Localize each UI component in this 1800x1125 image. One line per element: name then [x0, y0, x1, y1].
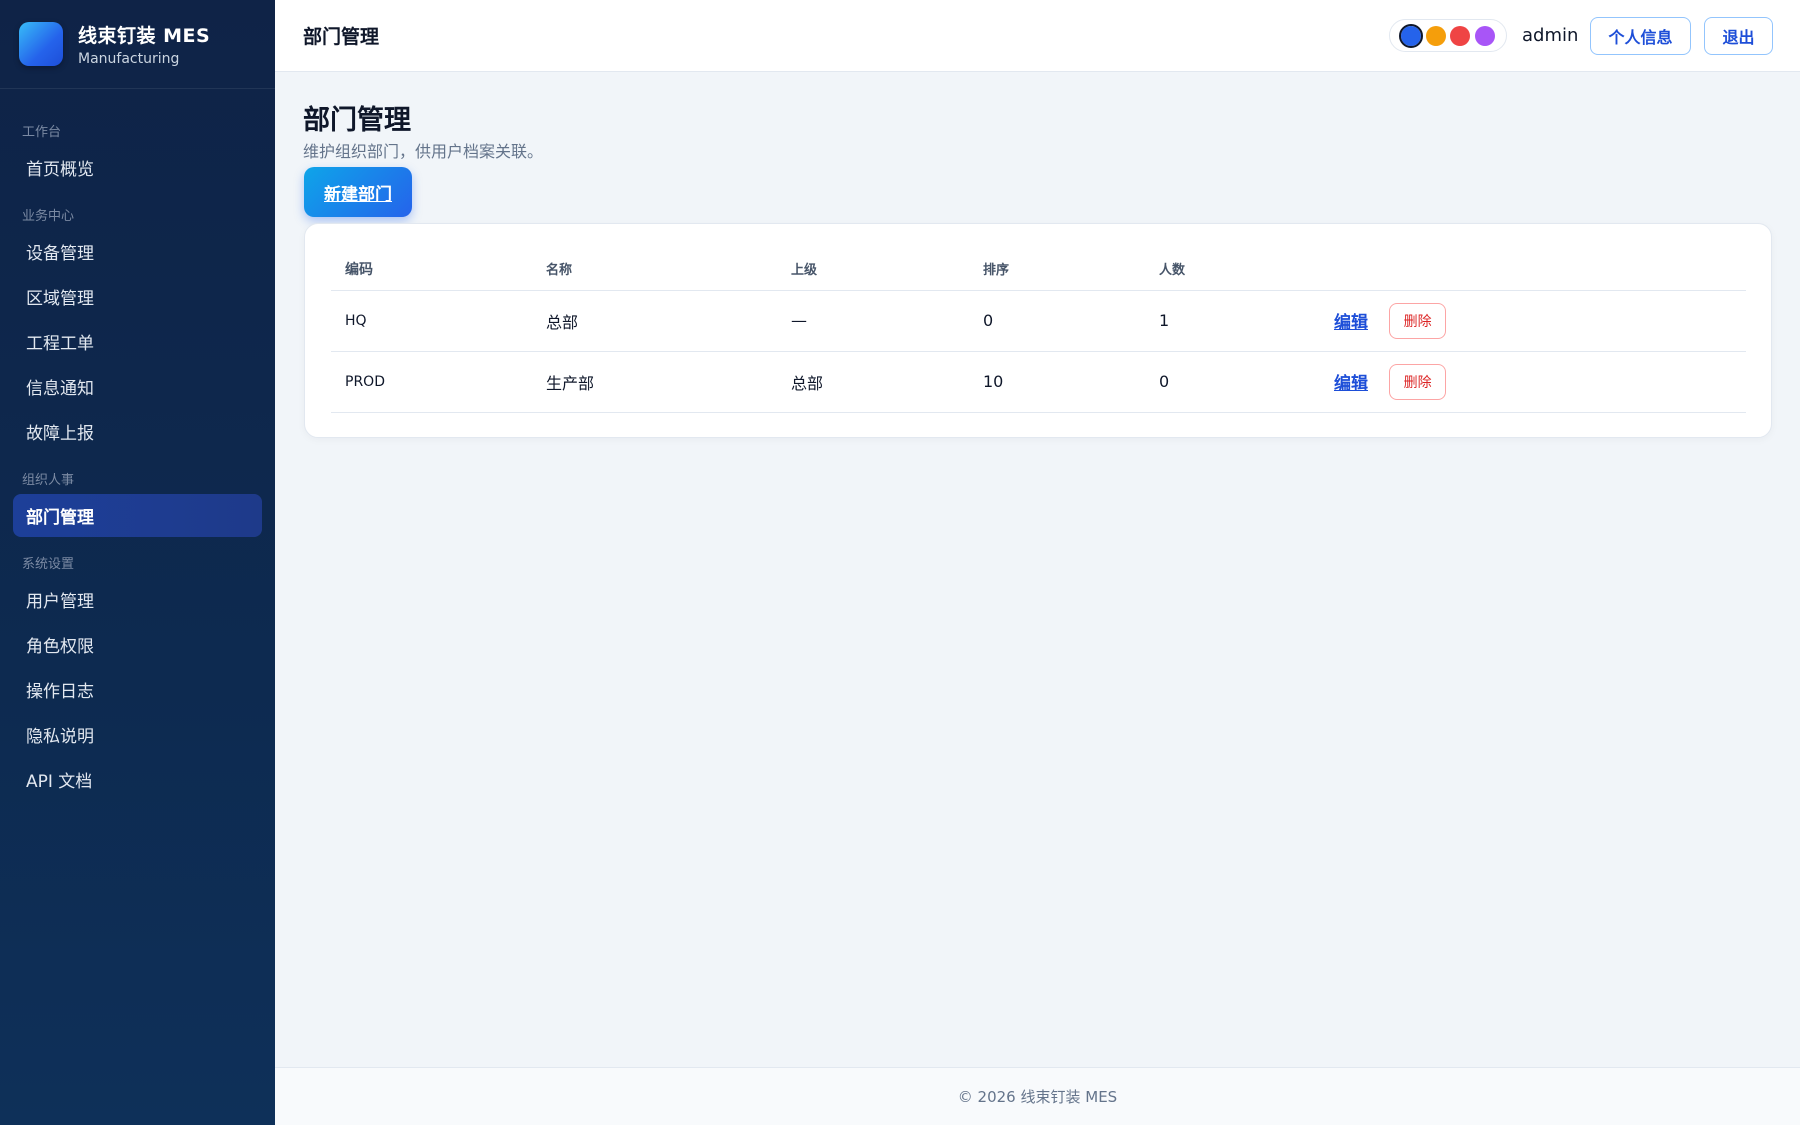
sidebar-item-privacy[interactable]: 隐私说明 — [13, 713, 262, 756]
sidebar-nav: 工作台 首页概览 业务中心 设备管理 区域管理 工程工单 信息通知 故障上报 组… — [0, 89, 275, 801]
column-header-code: 编码 — [331, 248, 532, 291]
column-header-name: 名称 — [532, 248, 777, 291]
cell-actions: 编辑 删除 — [1320, 290, 1746, 352]
theme-switcher — [1389, 19, 1507, 52]
department-table: 编码 名称 上级 排序 人数 HQ 总部 — 0 1 编辑 删除 PROD 生产… — [331, 248, 1746, 413]
new-department-button[interactable]: 新建部门 — [304, 167, 412, 217]
sidebar-item-users[interactable]: 用户管理 — [13, 578, 262, 621]
table-header-row: 编码 名称 上级 排序 人数 — [331, 248, 1746, 291]
username: admin — [1522, 25, 1579, 46]
cell-code: PROD — [331, 351, 532, 413]
sidebar-item-roles[interactable]: 角色权限 — [13, 623, 262, 666]
brand-subtitle: Manufacturing — [78, 51, 180, 67]
sidebar-item-work-order[interactable]: 工程工单 — [13, 320, 262, 363]
nav-section-org: 组织人事 — [22, 473, 75, 488]
sidebar-item-home[interactable]: 首页概览 — [13, 146, 262, 189]
brand-title: 线束钉装 MES — [78, 25, 211, 47]
profile-button[interactable]: 个人信息 — [1590, 17, 1691, 55]
theme-dot-orange[interactable] — [1425, 25, 1446, 46]
nav-section-system: 系统设置 — [22, 557, 75, 572]
page-description: 维护组织部门，供用户档案关联。 — [303, 142, 544, 161]
nav-section-business: 业务中心 — [22, 209, 75, 224]
nav-section-workbench: 工作台 — [22, 125, 62, 140]
cell-code: HQ — [331, 290, 532, 352]
cell-count: 1 — [1145, 290, 1320, 352]
sidebar-item-api-docs[interactable]: API 文档 — [13, 758, 262, 801]
sidebar-item-notifications[interactable]: 信息通知 — [13, 365, 262, 408]
cell-actions: 编辑 删除 — [1320, 351, 1746, 413]
cell-sort: 0 — [969, 290, 1145, 352]
sidebar-item-equipment[interactable]: 设备管理 — [13, 230, 262, 273]
delete-button[interactable]: 删除 — [1389, 302, 1447, 339]
table-row: HQ 总部 — 0 1 编辑 删除 — [331, 290, 1746, 352]
cell-parent: — — [777, 290, 969, 352]
cell-name: 总部 — [532, 290, 777, 352]
cell-name: 生产部 — [532, 351, 777, 413]
app-logo-icon — [19, 22, 63, 66]
brand: 线束钉装 MES Manufacturing — [0, 0, 275, 89]
cell-parent: 总部 — [777, 351, 969, 413]
brand-text: 线束钉装 MES Manufacturing — [78, 21, 210, 67]
top-header: 部门管理 admin 个人信息 退出 — [275, 0, 1800, 72]
sidebar: 线束钉装 MES Manufacturing 工作台 首页概览 业务中心 设备管… — [0, 0, 275, 1125]
column-header-parent: 上级 — [777, 248, 969, 291]
footer-copyright: © 2026 线束钉装 MES — [957, 1088, 1118, 1106]
theme-dot-blue[interactable] — [1398, 23, 1423, 48]
sidebar-item-area[interactable]: 区域管理 — [13, 275, 262, 318]
delete-button[interactable]: 删除 — [1389, 363, 1447, 400]
main-content: 部门管理 维护组织部门，供用户档案关联。 新建部门 编码 名称 上级 排序 人数… — [275, 72, 1800, 1067]
column-header-actions — [1320, 248, 1746, 291]
column-header-count: 人数 — [1145, 248, 1320, 291]
logout-button[interactable]: 退出 — [1704, 17, 1773, 55]
theme-dot-purple[interactable] — [1475, 25, 1496, 46]
sidebar-item-audit-log[interactable]: 操作日志 — [13, 668, 262, 711]
cell-sort: 10 — [969, 351, 1145, 413]
column-header-sort: 排序 — [969, 248, 1145, 291]
table-row: PROD 生产部 总部 10 0 编辑 删除 — [331, 351, 1746, 413]
sidebar-item-fault-report[interactable]: 故障上报 — [13, 410, 262, 453]
edit-link[interactable]: 编辑 — [1334, 369, 1368, 394]
page-title: 部门管理 — [303, 105, 411, 136]
footer: © 2026 线束钉装 MES — [275, 1067, 1800, 1125]
department-table-card: 编码 名称 上级 排序 人数 HQ 总部 — 0 1 编辑 删除 PROD 生产… — [304, 223, 1772, 438]
sidebar-item-departments[interactable]: 部门管理 — [13, 494, 262, 537]
cell-count: 0 — [1145, 351, 1320, 413]
theme-dot-red[interactable] — [1450, 25, 1471, 46]
header-title: 部门管理 — [303, 26, 380, 48]
edit-link[interactable]: 编辑 — [1334, 308, 1368, 333]
